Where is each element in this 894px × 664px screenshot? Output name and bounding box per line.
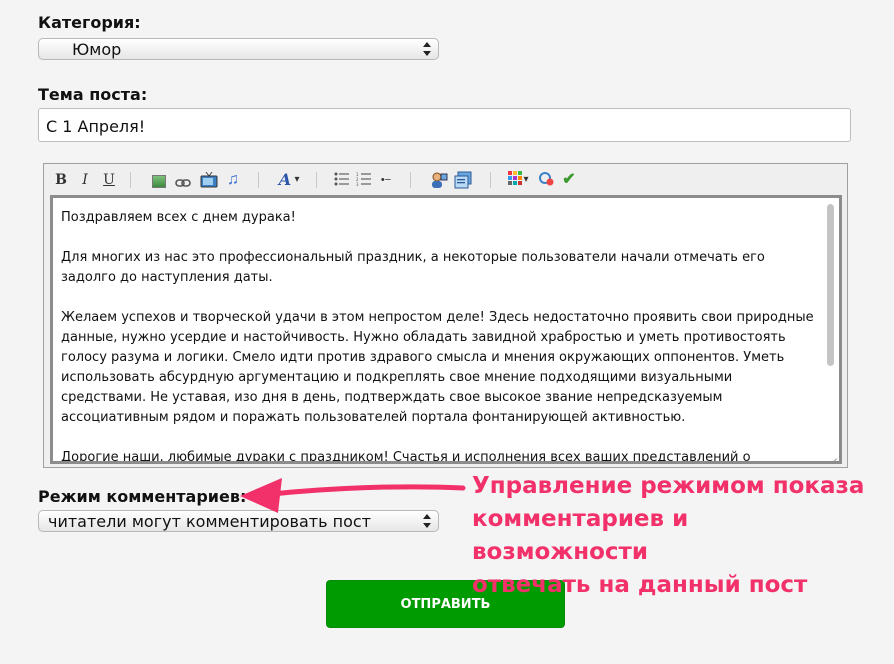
check-icon[interactable]: ✔	[560, 171, 578, 189]
select-arrows-icon	[423, 513, 431, 529]
underline-icon[interactable]: U	[100, 171, 118, 189]
annotation-line: Управление режимом показа	[472, 473, 865, 499]
category-select[interactable]: Юмор	[38, 38, 439, 60]
rich-text-editor: B I U ♫ A ▾ 123 •− ▾ ✔ Поздравляем всех …	[43, 163, 848, 468]
editor-toolbar: B I U ♫ A ▾ 123 •− ▾ ✔	[50, 169, 841, 191]
link-icon[interactable]	[174, 174, 192, 192]
body-paragraph: Для многих из нас это профессиональный п…	[61, 250, 765, 285]
person-icon[interactable]	[430, 171, 448, 189]
bulleted-list-icon[interactable]	[333, 172, 351, 190]
post-body-text: Поздравляем всех с днем дурака! Для мног…	[61, 208, 821, 464]
music-icon[interactable]: ♫	[224, 171, 242, 189]
body-paragraph: Поздравляем всех с днем дурака!	[61, 210, 296, 225]
font-dropdown-caret-icon[interactable]: ▾	[288, 171, 306, 189]
annotation-line: комментариев и возможности	[472, 506, 689, 565]
emoticon-icon[interactable]	[538, 171, 556, 189]
post-body-textarea[interactable]: Поздравляем всех с днем дурака! Для мног…	[50, 195, 842, 464]
toolbar-separator	[410, 172, 411, 188]
comments-mode-selected-value: читатели могут комментировать пост	[48, 512, 371, 531]
category-selected-value: Юмор	[72, 40, 122, 59]
toolbar-separator	[490, 172, 491, 188]
toolbar-separator	[316, 172, 317, 188]
horizontal-rule-icon[interactable]: •−	[377, 171, 395, 189]
comments-mode-label: Режим комментариев:	[38, 487, 247, 506]
italic-icon[interactable]: I	[76, 171, 94, 189]
post-title-input[interactable]: С 1 Апреля!	[38, 108, 851, 142]
comments-mode-select[interactable]: читатели могут комментировать пост	[38, 510, 439, 532]
select-arrows-icon	[423, 41, 431, 57]
color-dropdown-caret-icon[interactable]: ▾	[517, 171, 535, 189]
toolbar-separator	[258, 172, 259, 188]
svg-text:3: 3	[356, 182, 359, 186]
toolbar-separator	[130, 172, 131, 188]
annotation-callout: Управление режимом показа комментариев и…	[472, 470, 872, 602]
body-paragraph: Дорогие наши, любимые дураки с празднико…	[61, 450, 751, 464]
annotation-line: отвечать на данный пост	[472, 572, 808, 598]
body-paragraph: Желаем успехов и творческой удачи в этом…	[61, 310, 814, 425]
post-title-label: Тема поста:	[38, 85, 148, 104]
resize-handle-icon[interactable]	[827, 449, 837, 459]
quote-icon[interactable]	[454, 171, 472, 189]
image-icon[interactable]	[152, 175, 166, 188]
numbered-list-icon[interactable]: 123	[355, 172, 373, 190]
bold-icon[interactable]: B	[52, 171, 70, 189]
editor-scrollbar[interactable]	[825, 200, 837, 459]
category-label: Категория:	[38, 13, 141, 32]
editor-scroll-thumb[interactable]	[827, 204, 834, 366]
tv-icon[interactable]	[200, 171, 218, 190]
